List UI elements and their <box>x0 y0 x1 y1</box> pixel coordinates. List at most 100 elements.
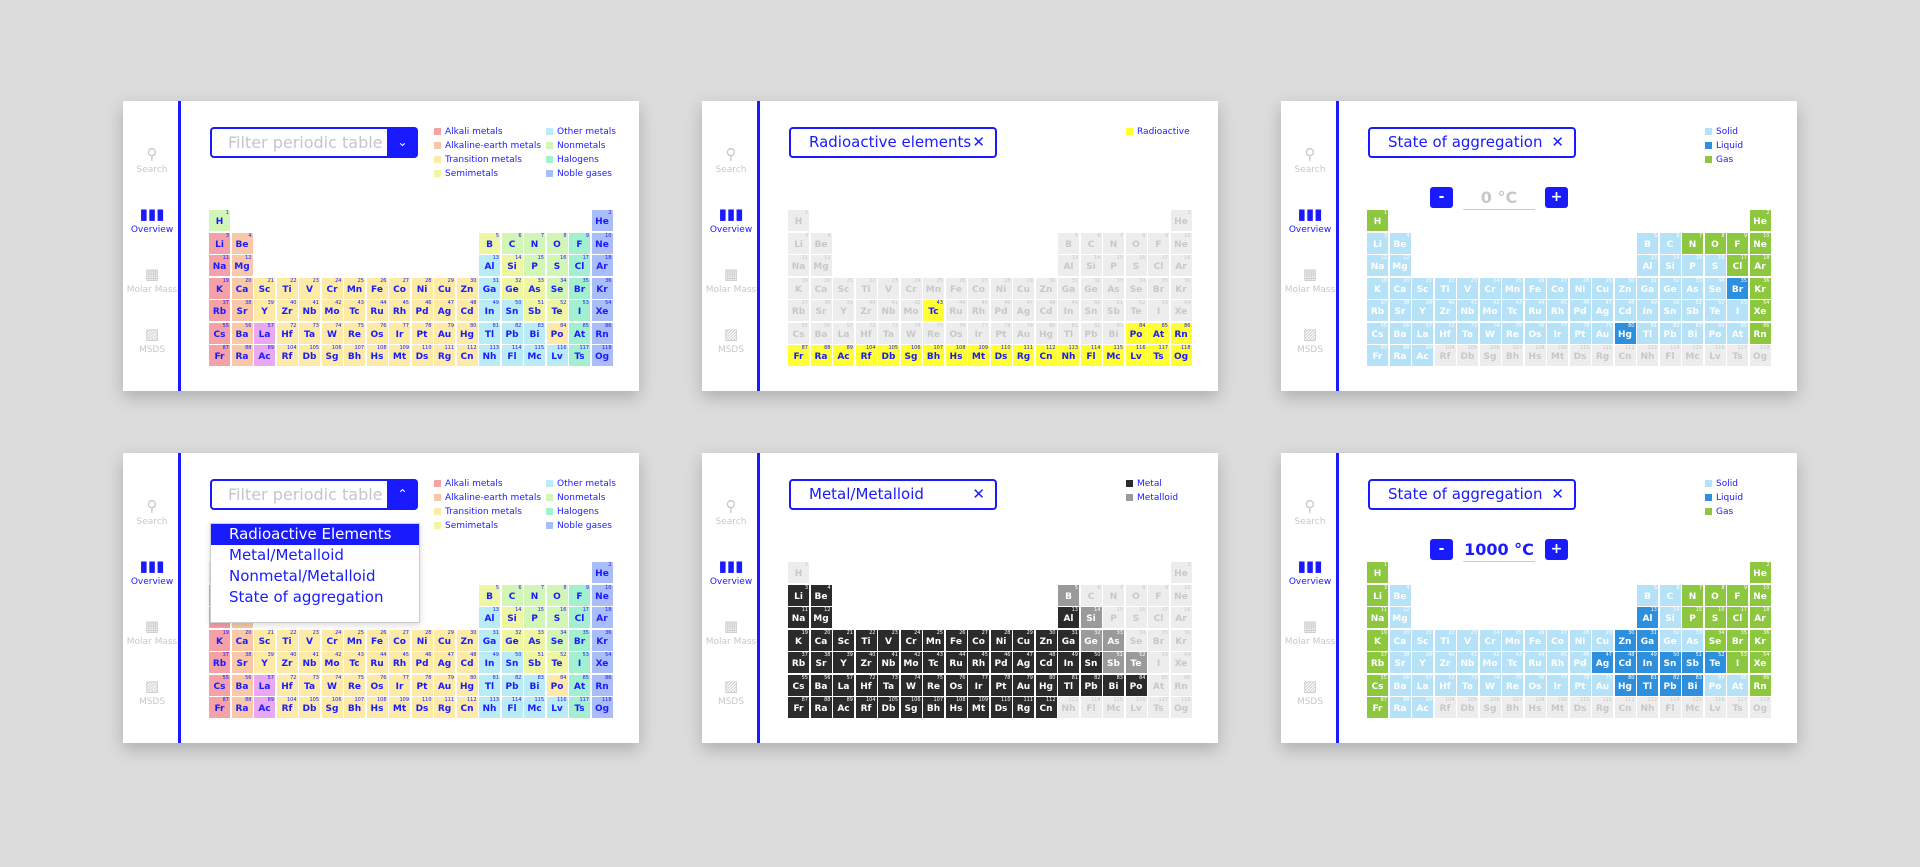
element-cu[interactable]: 29 Cu <box>434 277 455 299</box>
element-hg[interactable]: 80 Hg <box>1614 674 1636 696</box>
element-hg[interactable]: 80 Hg <box>1035 322 1057 344</box>
element-f[interactable]: 9F <box>569 584 590 606</box>
element-mt[interactable]: 109 Mt <box>389 345 410 366</box>
element-cu[interactable]: 29 Cu <box>1592 277 1613 299</box>
element-kr[interactable]: 36 Kr <box>591 629 613 651</box>
element-cl[interactable]: 17 Cl <box>569 607 590 628</box>
element-ru[interactable]: 44 Ru <box>366 652 388 673</box>
element-ga[interactable]: 31 Ga <box>1058 629 1079 651</box>
element-sn[interactable]: 50 Sn <box>501 652 523 673</box>
element-mn[interactable]: 25 Mn <box>1502 629 1523 651</box>
element-kr[interactable]: 36 Kr <box>1170 629 1192 651</box>
element-co[interactable]: 27 Co <box>968 277 989 299</box>
element-lv[interactable]: 116 Lv <box>1125 697 1147 718</box>
element-hf[interactable]: 72 Hf <box>276 322 298 344</box>
element-os[interactable]: 76 Os <box>366 674 388 696</box>
element-be[interactable]: 4Be <box>810 584 832 606</box>
element-b[interactable]: 5B <box>1058 232 1079 254</box>
element-te[interactable]: 52 Te <box>546 652 568 673</box>
element-bh[interactable]: 107 Bh <box>344 697 365 718</box>
element-pb[interactable]: 82 Pb <box>501 674 523 696</box>
element-ts[interactable]: 117 Ts <box>1148 697 1169 718</box>
element-os[interactable]: 76 Os <box>366 322 388 344</box>
element-be[interactable]: 4Be <box>231 232 253 254</box>
element-bi[interactable]: 83 Bi <box>1682 674 1703 696</box>
element-la[interactable]: 57 La <box>254 322 275 344</box>
element-rb[interactable]: 37 Rb <box>1367 300 1388 321</box>
chevron-up-icon[interactable]: ⌃ <box>387 479 418 510</box>
element-cu[interactable]: 29 Cu <box>434 629 455 651</box>
element-rf[interactable]: 104 Rf <box>1434 697 1456 718</box>
element-ac[interactable]: 89 Ac <box>1412 345 1433 366</box>
element-mn[interactable]: 25 Mn <box>923 277 944 299</box>
element-sb[interactable]: 51 Sb <box>1103 652 1124 673</box>
element-kr[interactable]: 36 Kr <box>591 277 613 299</box>
element-zr[interactable]: 40 Zr <box>855 300 877 321</box>
element-tc[interactable]: 43 Tc <box>344 652 365 673</box>
element-sg[interactable]: 106 Sg <box>321 697 343 718</box>
element-ti[interactable]: 22 Ti <box>276 629 298 651</box>
element-fe[interactable]: 26 Fe <box>1524 629 1546 651</box>
element-ba[interactable]: 56 Ba <box>810 674 832 696</box>
element-at[interactable]: 85 At <box>569 322 590 344</box>
nav-search[interactable]: ⚲ Search <box>123 497 181 527</box>
element-ra[interactable]: 88 Ra <box>1389 697 1411 718</box>
element-fe[interactable]: 26 Fe <box>366 277 388 299</box>
filter-chip[interactable]: Radioactive elements ✕ <box>789 127 997 158</box>
element-w[interactable]: 74 W <box>900 674 922 696</box>
element-mg[interactable]: 12Mg <box>810 255 832 276</box>
element-rn[interactable]: 86 Rn <box>591 674 613 696</box>
element-re[interactable]: 75 Re <box>1502 322 1523 344</box>
element-he[interactable]: 2 He <box>591 210 613 231</box>
element-rn[interactable]: 86 Rn <box>1170 674 1192 696</box>
element-re[interactable]: 75 Re <box>923 674 944 696</box>
element-ca[interactable]: 20 Ca <box>1389 277 1411 299</box>
option-radioactive[interactable]: Radioactive Elements <box>211 524 419 545</box>
element-zr[interactable]: 40 Zr <box>276 652 298 673</box>
element-br[interactable]: 35 Br <box>1727 629 1748 651</box>
element-o[interactable]: 8O <box>546 584 568 606</box>
element-xe[interactable]: 54 Xe <box>1170 300 1192 321</box>
element-re[interactable]: 75 Re <box>923 322 944 344</box>
element-mn[interactable]: 25 Mn <box>344 277 365 299</box>
element-kr[interactable]: 36 Kr <box>1749 629 1771 651</box>
option-state-of-aggregation[interactable]: State of aggregation <box>211 587 419 608</box>
element-ge[interactable]: 32 Ge <box>1659 277 1681 299</box>
nav-msds[interactable]: ▨ MSDS <box>702 325 760 355</box>
element-ac[interactable]: 89 Ac <box>833 697 854 718</box>
element-xe[interactable]: 54 Xe <box>1749 300 1771 321</box>
element-ge[interactable]: 32 Ge <box>501 277 523 299</box>
nav-msds[interactable]: ▨ MSDS <box>702 677 760 707</box>
element-ac[interactable]: 89 Ac <box>833 345 854 366</box>
element-p[interactable]: 15 P <box>1682 255 1703 276</box>
element-nb[interactable]: 41 Nb <box>1457 300 1478 321</box>
increase-button[interactable]: + <box>1545 539 1568 560</box>
element-ag[interactable]: 47 Ag <box>434 652 455 673</box>
element-se[interactable]: 34 Se <box>1125 277 1147 299</box>
element-ra[interactable]: 88 Ra <box>231 697 253 718</box>
element-i[interactable]: 53 I <box>569 652 590 673</box>
element-cr[interactable]: 24 Cr <box>900 277 922 299</box>
element-mg[interactable]: 12Mg <box>1389 607 1411 628</box>
element-ar[interactable]: 18 Ar <box>1170 607 1192 628</box>
element-sr[interactable]: 38 Sr <box>810 652 832 673</box>
element-mn[interactable]: 25 Mn <box>1502 277 1523 299</box>
element-pd[interactable]: 46 Pd <box>1569 300 1591 321</box>
element-ne[interactable]: 10 Ne <box>1170 232 1192 254</box>
element-nb[interactable]: 41 Nb <box>1457 652 1478 673</box>
element-ne[interactable]: 10 Ne <box>591 232 613 254</box>
element-ts[interactable]: 117 Ts <box>1727 697 1748 718</box>
element-in[interactable]: 49 In <box>1058 300 1079 321</box>
filter-input[interactable]: Filter periodic table ⌄ <box>210 127 418 158</box>
element-fr[interactable]: 87 Fr <box>209 697 230 718</box>
element-cl[interactable]: 17 Cl <box>1727 607 1748 628</box>
element-la[interactable]: 57 La <box>254 674 275 696</box>
element-rf[interactable]: 104 Rf <box>855 345 877 366</box>
element-h[interactable]: 1H <box>788 210 809 231</box>
element-y[interactable]: 39 Y <box>254 652 275 673</box>
element-b[interactable]: 5B <box>1058 584 1079 606</box>
element-br[interactable]: 35 Br <box>569 277 590 299</box>
element-ir[interactable]: 77 Ir <box>389 674 410 696</box>
element-tl[interactable]: 81 Tl <box>479 674 500 696</box>
element-db[interactable]: 105 Db <box>299 697 320 718</box>
